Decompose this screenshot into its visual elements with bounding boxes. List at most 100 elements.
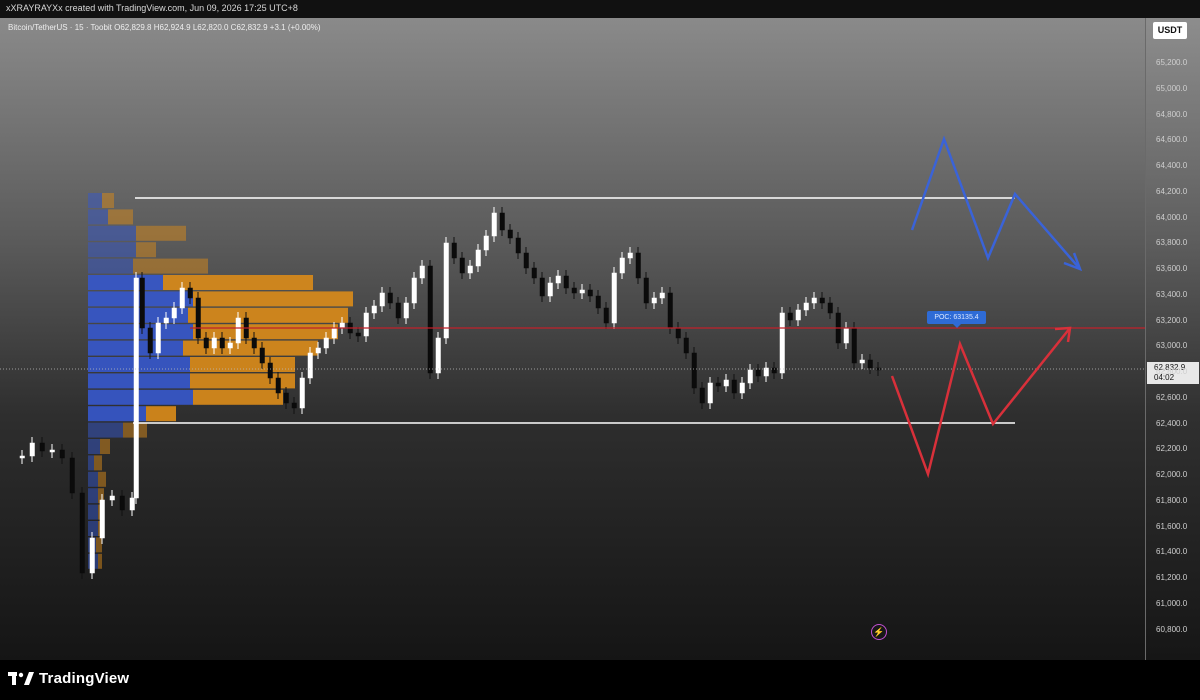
candle-up bbox=[331, 327, 337, 339]
candle-down bbox=[667, 292, 673, 329]
candle-down bbox=[683, 337, 689, 354]
volume-profile-up-bar bbox=[88, 225, 136, 241]
projection-red-path bbox=[890, 327, 1071, 479]
candle-up bbox=[627, 252, 633, 259]
volume-profile-up-bar bbox=[88, 357, 190, 372]
candle-down bbox=[675, 327, 681, 339]
price-tick-label: 62,600.0 bbox=[1156, 392, 1188, 402]
candle-up bbox=[109, 495, 115, 501]
candle-down bbox=[459, 257, 465, 274]
volume-profile-down-bar bbox=[193, 324, 338, 340]
candle-down bbox=[507, 229, 513, 239]
tradingview-logo-icon bbox=[8, 671, 34, 685]
price-tick-label: 61,800.0 bbox=[1156, 495, 1188, 505]
candle-down bbox=[531, 267, 537, 279]
candle-up bbox=[859, 359, 865, 364]
price-tick-label: 63,800.0 bbox=[1156, 238, 1188, 248]
volume-profile-down-bar bbox=[102, 193, 114, 208]
candle-up bbox=[235, 317, 241, 344]
price-tick-label: 65,000.0 bbox=[1156, 83, 1188, 93]
candle-up bbox=[403, 302, 409, 319]
candle-up bbox=[579, 289, 585, 294]
volume-profile-down-bar bbox=[190, 357, 295, 372]
candle-up bbox=[651, 297, 657, 304]
candle-down bbox=[283, 392, 289, 404]
price-tick-label: 62,000.0 bbox=[1156, 470, 1188, 479]
volume-profile-up-bar bbox=[88, 258, 133, 274]
lightning-icon[interactable]: ⚡ bbox=[871, 624, 887, 640]
price-tick-label: 64,000.0 bbox=[1156, 212, 1188, 222]
candle-down bbox=[827, 302, 833, 314]
volume-profile-up-bar bbox=[88, 504, 98, 520]
volume-profile-down-bar bbox=[96, 537, 102, 553]
candle-up bbox=[129, 497, 135, 511]
candle-up bbox=[307, 352, 313, 379]
candle-down bbox=[69, 457, 75, 494]
price-tick-label: 60,800.0 bbox=[1156, 624, 1188, 634]
candle-down bbox=[539, 277, 545, 297]
price-tick-label: 64,400.0 bbox=[1156, 161, 1188, 170]
chart-credit: xXRAYRAYXx created with TradingView.com,… bbox=[6, 3, 298, 13]
candle-down bbox=[699, 387, 705, 404]
volume-profile bbox=[88, 193, 353, 569]
tradingview-logo[interactable]: TradingView bbox=[8, 670, 129, 687]
candle-up bbox=[299, 377, 305, 409]
candle-up bbox=[619, 257, 625, 274]
volume-profile-down-bar bbox=[136, 242, 156, 258]
volume-profile-down-bar bbox=[136, 225, 186, 241]
currency-button[interactable]: USDT bbox=[1153, 22, 1187, 39]
price-tick-label: 64,800.0 bbox=[1156, 109, 1188, 119]
price-tick-label: 64,600.0 bbox=[1156, 135, 1188, 145]
price-axis[interactable]: USDT 62,832.9 04:02 65,200.0 65,000.0 64,8… bbox=[1145, 18, 1200, 660]
candle-down bbox=[187, 287, 193, 299]
candle-down bbox=[355, 332, 361, 337]
candle-down bbox=[571, 287, 577, 294]
candle-up bbox=[723, 379, 729, 387]
candle-up bbox=[779, 312, 785, 374]
candle-down bbox=[643, 277, 649, 304]
candle-down bbox=[731, 379, 737, 394]
plot-svg[interactable] bbox=[0, 18, 1145, 660]
volume-profile-up-bar bbox=[88, 193, 102, 208]
candle-up bbox=[795, 309, 801, 321]
candle-up bbox=[555, 275, 561, 284]
top-bar: xXRAYRAYXx created with TradingView.com,… bbox=[0, 0, 1200, 18]
candle-up bbox=[211, 337, 217, 349]
candle-down bbox=[291, 402, 297, 409]
volume-profile-up-bar bbox=[88, 521, 98, 536]
candle-down bbox=[587, 289, 593, 297]
volume-profile-down-bar bbox=[98, 553, 102, 569]
candle-down bbox=[691, 352, 697, 389]
candle-up bbox=[443, 242, 449, 339]
candle-up bbox=[739, 382, 745, 394]
price-tick-label: 61,400.0 bbox=[1156, 547, 1188, 557]
candle-down bbox=[119, 495, 125, 511]
projection-blue-path bbox=[910, 135, 1081, 270]
candle-up bbox=[811, 297, 817, 304]
candle-down bbox=[819, 297, 825, 304]
candle-down bbox=[715, 382, 721, 387]
candle-up bbox=[411, 277, 417, 304]
candle-up bbox=[339, 322, 345, 329]
candle-up bbox=[363, 312, 369, 337]
candle-up bbox=[659, 292, 665, 299]
volume-profile-up-bar bbox=[88, 275, 163, 290]
candle-down bbox=[395, 302, 401, 319]
candle-down bbox=[595, 295, 601, 309]
candle-up bbox=[171, 307, 177, 319]
candle-down bbox=[387, 292, 393, 304]
poc-label[interactable]: POC: 63135.4 bbox=[927, 311, 986, 328]
candle-up bbox=[483, 235, 489, 251]
candle-up bbox=[163, 317, 169, 324]
candle-down bbox=[523, 252, 529, 269]
volume-profile-down-bar bbox=[94, 455, 102, 471]
candle-up bbox=[49, 449, 55, 453]
candle-up bbox=[763, 367, 769, 377]
candle-down bbox=[147, 327, 153, 354]
volume-profile-up-bar bbox=[88, 471, 98, 487]
chart-pane[interactable]: Bitcoin/TetherUS · 15 · Toobit O62,829.8… bbox=[0, 18, 1145, 660]
price-tick-label: 63,000.0 bbox=[1156, 341, 1188, 351]
price-tick-label: 62,400.0 bbox=[1156, 418, 1188, 428]
volume-profile-down-bar bbox=[193, 389, 283, 405]
volume-profile-up-bar bbox=[88, 209, 108, 225]
